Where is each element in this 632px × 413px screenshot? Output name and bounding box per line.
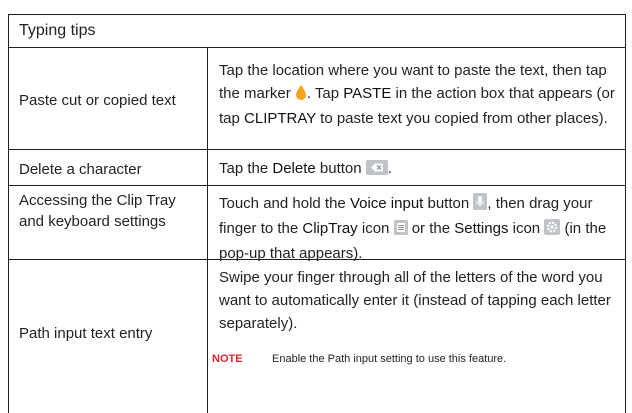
note-label: NOTE: [212, 353, 243, 365]
text-segment: icon: [508, 220, 545, 237]
text-segment: or the: [407, 220, 455, 237]
row-label-cliptray: Accessing the Clip Tray and keyboard set…: [19, 192, 176, 230]
text-segment: Tap the: [219, 160, 273, 177]
divider: [9, 47, 625, 48]
row-text-path-input: Swipe your finger through all of the let…: [219, 269, 611, 332]
text-segment: button: [315, 160, 366, 177]
keyword-voice-input: Voice input: [349, 195, 424, 212]
keyword-delete: Delete: [272, 160, 316, 177]
text-segment: .: [387, 160, 392, 177]
voice-input-icon: [473, 193, 488, 217]
row-label-path-input: Path input text entry: [19, 325, 153, 342]
text-segment: . Tap: [306, 85, 344, 102]
cliptray-icon: [393, 219, 408, 242]
text-segment: Touch and hold the: [219, 195, 350, 212]
column-divider: [207, 47, 208, 413]
divider: [9, 185, 625, 186]
settings-icon: [544, 219, 561, 242]
text-segment: icon: [357, 220, 394, 237]
divider: [9, 259, 625, 260]
text-segment: button: [423, 195, 474, 212]
keyword-paste: PASTE: [343, 85, 392, 102]
keyword-cliptray: CLIPTRAY: [244, 110, 316, 127]
keyword-cliptray: ClipTray: [302, 220, 358, 237]
divider: [9, 149, 625, 150]
note: NOTE Enable the Path input setting to use…: [212, 352, 506, 366]
keyword-settings: Settings: [454, 220, 509, 237]
keyword-path-input: Path input: [327, 353, 378, 365]
table-title: Typing tips: [19, 22, 96, 39]
marker-icon: [295, 84, 307, 107]
text-segment: to paste text you copied from other plac…: [316, 110, 608, 127]
row-text-cliptray: Touch and hold the Voice input button , …: [219, 192, 617, 265]
row-label-paste: Paste cut or copied text: [19, 92, 176, 109]
row-text-delete: Tap the Delete button .: [219, 157, 617, 182]
text-segment: Enable the: [272, 353, 328, 365]
row-text-paste: Tap the location where you want to paste…: [219, 59, 617, 130]
row-label-delete: Delete a character: [19, 161, 142, 178]
text-segment: setting to use this feature.: [377, 353, 507, 365]
delete-icon: [365, 159, 388, 182]
